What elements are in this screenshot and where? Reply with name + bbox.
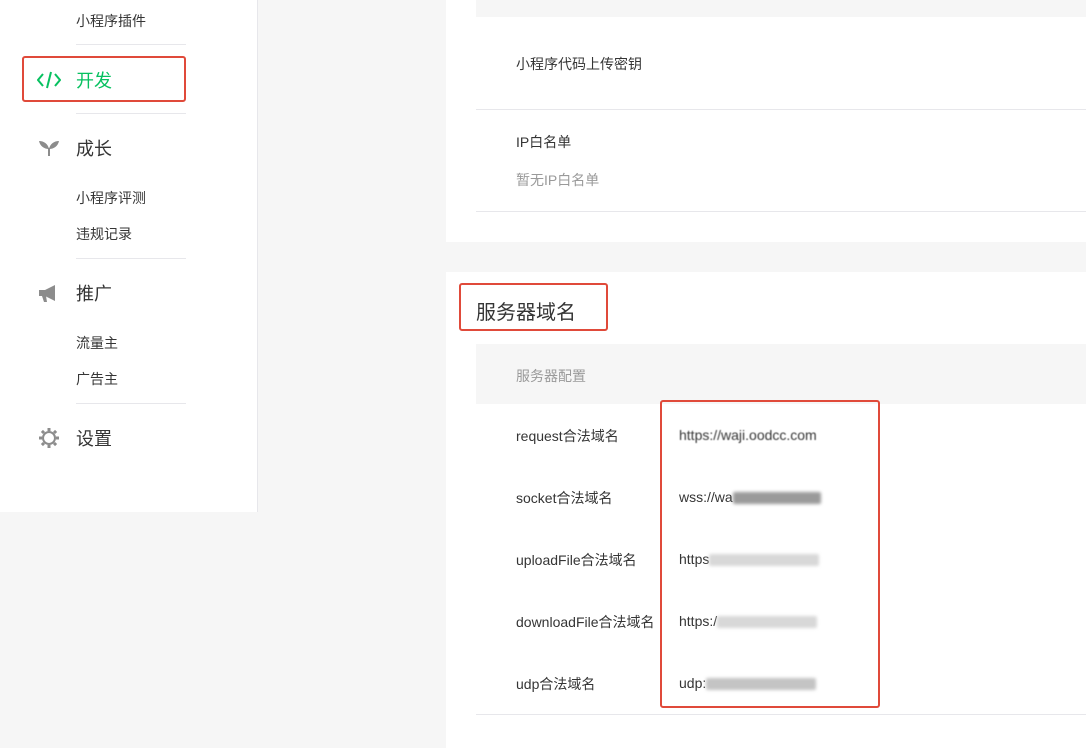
upload-secret-label: 小程序代码上传密钥: [516, 56, 642, 72]
sidebar-divider: [76, 113, 186, 114]
uploadfile-domain-label: uploadFile合法域名: [516, 552, 637, 568]
sidebar: 小程序插件 开发 成长 小程序评测 违规记录 推广 流量主 广告主 设置: [0, 0, 258, 512]
ip-whitelist-empty: 暂无IP白名单: [516, 172, 600, 188]
ip-whitelist-label: IP白名单: [516, 134, 572, 150]
sidebar-divider: [76, 403, 186, 404]
server-domain-panel: 服务器域名 服务器配置 request合法域名 https://waji.ood…: [446, 272, 1086, 748]
highlight-annotation: [660, 400, 880, 708]
request-domain-label: request合法域名: [516, 428, 619, 444]
sidebar-divider: [76, 258, 186, 259]
sidebar-item-label: 设置: [76, 429, 112, 449]
udp-domain-label: udp合法域名: [516, 676, 596, 692]
row-divider: [476, 714, 1086, 715]
socket-domain-label: socket合法域名: [516, 490, 613, 506]
highlight-annotation: [22, 56, 186, 102]
table-header-strip: [476, 0, 1086, 17]
sidebar-item-evaluation[interactable]: 小程序评测: [76, 188, 146, 208]
row-divider: [476, 211, 1086, 212]
config-header: 服务器配置: [476, 344, 1086, 404]
sidebar-item-settings[interactable]: 设置: [36, 426, 112, 450]
sidebar-item-violations[interactable]: 违规记录: [76, 224, 132, 244]
megaphone-icon: [36, 281, 62, 305]
sidebar-item-growth[interactable]: 成长: [36, 136, 112, 160]
sidebar-divider: [76, 44, 186, 45]
sprout-icon: [36, 136, 62, 160]
gear-icon: [36, 426, 62, 450]
sidebar-item-plugins[interactable]: 小程序插件: [76, 11, 146, 31]
sidebar-item-advertiser[interactable]: 广告主: [76, 369, 118, 389]
sidebar-item-promotion[interactable]: 推广: [36, 281, 112, 305]
highlight-annotation: [459, 283, 608, 331]
config-header-label: 服务器配置: [516, 368, 586, 384]
sidebar-item-traffic-owner[interactable]: 流量主: [76, 333, 118, 353]
downloadfile-domain-label: downloadFile合法域名: [516, 614, 655, 630]
dev-settings-panel: 小程序代码上传密钥 IP白名单 暂无IP白名单: [446, 0, 1086, 242]
sidebar-item-label: 成长: [76, 139, 112, 159]
sidebar-item-label: 推广: [76, 284, 112, 304]
row-divider: [476, 109, 1086, 110]
